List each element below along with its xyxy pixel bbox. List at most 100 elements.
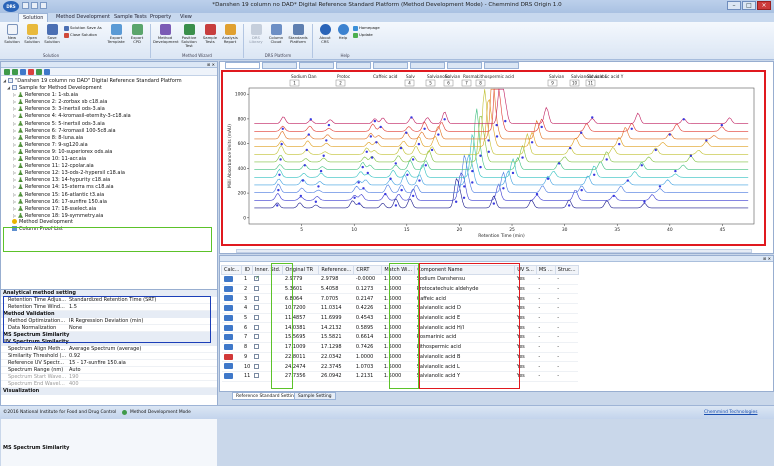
analysis-report-button[interactable]: Analysis Report	[220, 24, 240, 52]
calc-cell[interactable]	[221, 371, 242, 382]
minimize-button[interactable]: –	[727, 1, 741, 10]
table-cell[interactable]: -	[555, 361, 579, 372]
table-cell[interactable]: -	[555, 352, 579, 363]
expand-icon[interactable]: ▷	[13, 105, 18, 112]
expand-icon[interactable]: ▷	[13, 212, 18, 219]
sample-tests-button[interactable]: Sample Tests	[200, 24, 220, 52]
prop-category-visualization[interactable]: Visualization	[1, 388, 217, 395]
solution-save-as-button[interactable]: Solution Save As	[64, 25, 102, 31]
prop-value[interactable]: Auto	[67, 367, 217, 373]
prop-value[interactable]: 15 - 17-sunfire 150.aia	[67, 360, 217, 366]
table-cell[interactable]: 0.2147	[353, 293, 382, 305]
table-cell[interactable]: -	[536, 322, 556, 334]
tree-reference-item[interactable]: ▷ Reference 1: 1-sb.aia	[1, 91, 217, 98]
table-cell[interactable]: 1.0000	[353, 352, 382, 363]
table-cell[interactable]: 11	[241, 371, 253, 382]
inner-std-cell[interactable]	[252, 293, 283, 305]
save-solution-button[interactable]: Save Solution	[42, 24, 62, 52]
table-cell[interactable]: 1.5000	[381, 303, 415, 314]
table-cell[interactable]: 5.3601	[282, 284, 319, 295]
table-cell[interactable]: -	[555, 274, 579, 285]
calc-icon[interactable]	[223, 295, 233, 302]
export-cpd-button[interactable]: Export CPD	[127, 24, 147, 52]
table-cell[interactable]: Salvianolic acid H/I	[414, 322, 515, 334]
calc-icon[interactable]	[223, 276, 233, 283]
table-cell[interactable]: Lithospermic acid	[414, 342, 515, 353]
inner-std-checkbox[interactable]	[254, 363, 260, 369]
status-link[interactable]: Chemmind Technologies	[704, 406, 758, 420]
inner-std-cell[interactable]	[252, 313, 283, 324]
column-header[interactable]: Calc...	[220, 265, 243, 275]
table-cell[interactable]: -	[536, 371, 556, 382]
table-cell[interactable]: Yes	[514, 284, 537, 295]
column-header[interactable]: MS ...	[535, 265, 556, 275]
inner-std-cell[interactable]	[252, 284, 283, 295]
table-cell[interactable]: -	[555, 284, 579, 295]
prop-row[interactable]: Data Normalization None	[1, 325, 217, 332]
doc-tab-2[interactable]	[262, 62, 297, 69]
chromatogram-chart[interactable]: 020040060080010005 10 15 20 25 30 35 40 45Retent…	[223, 72, 764, 244]
table-row[interactable]: 10 24.2474 22.3745 1.0703 1.5000 Salvianolic …	[221, 361, 579, 372]
doc-tab-3[interactable]	[299, 62, 334, 69]
table-cell[interactable]: 15.5695	[282, 332, 319, 343]
prop-row[interactable]: Spectrum Align Meth... Average Spectrum (…	[1, 346, 217, 353]
calc-icon[interactable]	[223, 324, 233, 331]
table-cell[interactable]: 4	[241, 303, 253, 314]
table-row[interactable]: 4 10.7200 11.0314 0.4226 1.5000 Salvianolic a…	[221, 303, 579, 314]
table-cell[interactable]: 0.4226	[353, 303, 382, 314]
prop-row[interactable]: Retention Time Wind... 1.5	[1, 304, 217, 311]
update-button[interactable]: Update	[353, 32, 373, 38]
table-cell[interactable]: -	[555, 313, 579, 324]
table-cell[interactable]: Yes	[514, 293, 537, 305]
expand-icon[interactable]: ▷	[13, 198, 18, 205]
table-row[interactable]: 9 22.8011 22.0342 1.0000 1.5000 Salvianolic a…	[221, 352, 579, 363]
tree-reference-item[interactable]: ▷ Reference 8: 8-luna.aia	[1, 134, 217, 141]
tree-reference-item[interactable]: ▷ Reference 3: 3-inertsil ods-3.aia	[1, 105, 217, 112]
table-cell[interactable]: 1.0703	[353, 361, 382, 372]
table-cell[interactable]: 1.5000	[381, 322, 415, 334]
standards-platform-button[interactable]: Standards Platform	[286, 24, 310, 52]
calc-cell[interactable]	[221, 322, 242, 334]
inner-std-checkbox[interactable]	[254, 353, 260, 359]
tree-column-proof-list[interactable]: Column Proof List	[1, 225, 217, 233]
close-button[interactable]: ×	[757, 1, 771, 10]
table-cell[interactable]: 22.3745	[318, 361, 354, 372]
table-row[interactable]: 1 2.97792.9798-0.00001.5000Sodium Danshen…	[221, 274, 579, 285]
prop-row[interactable]: Spectrum End Wavel... 400	[1, 381, 217, 388]
calc-cell[interactable]	[221, 303, 242, 314]
tab-solution[interactable]: Solution	[18, 13, 49, 22]
table-cell[interactable]: 1.5000	[381, 361, 415, 372]
prop-row[interactable]: Retention Time Adjus... Standardized Rete…	[1, 297, 217, 304]
table-row[interactable]: 3 6.8064 7.0705 0.2147 1.5000 Caffeic acid Yes…	[221, 293, 579, 305]
inner-std-cell[interactable]	[252, 332, 283, 343]
table-row[interactable]: 8 17.1009 17.1298 0.7426 1.5000 Lithospermic …	[221, 342, 579, 353]
calc-icon[interactable]	[223, 334, 233, 341]
table-cell[interactable]: Protocatechuic aldehyde	[414, 284, 515, 295]
inner-std-cell[interactable]	[252, 342, 283, 353]
calc-cell[interactable]	[221, 332, 242, 343]
doc-tab-5[interactable]	[373, 62, 408, 69]
doc-tab-7[interactable]	[447, 62, 482, 69]
table-cell[interactable]: 2.9798	[318, 274, 354, 285]
calc-cell[interactable]	[221, 284, 242, 295]
prop-row[interactable]: Spectrum Range (nm) Auto	[1, 367, 217, 374]
tree-reference-item[interactable]: ▷ Reference 4: 4-kromasil-eternity-3-c18.…	[1, 112, 217, 119]
calc-icon[interactable]	[223, 353, 233, 360]
table-cell[interactable]: 8	[241, 342, 253, 353]
inner-std-checkbox[interactable]	[254, 334, 260, 340]
tree-sample[interactable]: ◢ Sample for Method Development	[1, 84, 217, 91]
table-cell[interactable]: 5	[241, 313, 253, 324]
grid-panel-pin-icon[interactable]: ⊞ ✕	[220, 256, 773, 262]
table-cell[interactable]: 2	[241, 284, 253, 295]
table-cell[interactable]: 0.7426	[353, 342, 382, 353]
table-cell[interactable]: 1.5000	[381, 332, 415, 343]
tab-property[interactable]: Property	[146, 13, 175, 22]
calc-icon[interactable]	[223, 343, 233, 350]
table-cell[interactable]: 27.7356	[282, 371, 319, 382]
table-cell[interactable]: Caffeic acid	[414, 293, 515, 305]
prop-value[interactable]: 0.92	[67, 353, 217, 359]
tree-reference-item[interactable]: ▷ Reference 12: 13-ods-2-hypersil c18.aia	[1, 169, 217, 176]
table-cell[interactable]: -	[536, 293, 556, 305]
column-header[interactable]: Struc...	[554, 265, 579, 275]
table-cell[interactable]: 10	[241, 361, 253, 372]
